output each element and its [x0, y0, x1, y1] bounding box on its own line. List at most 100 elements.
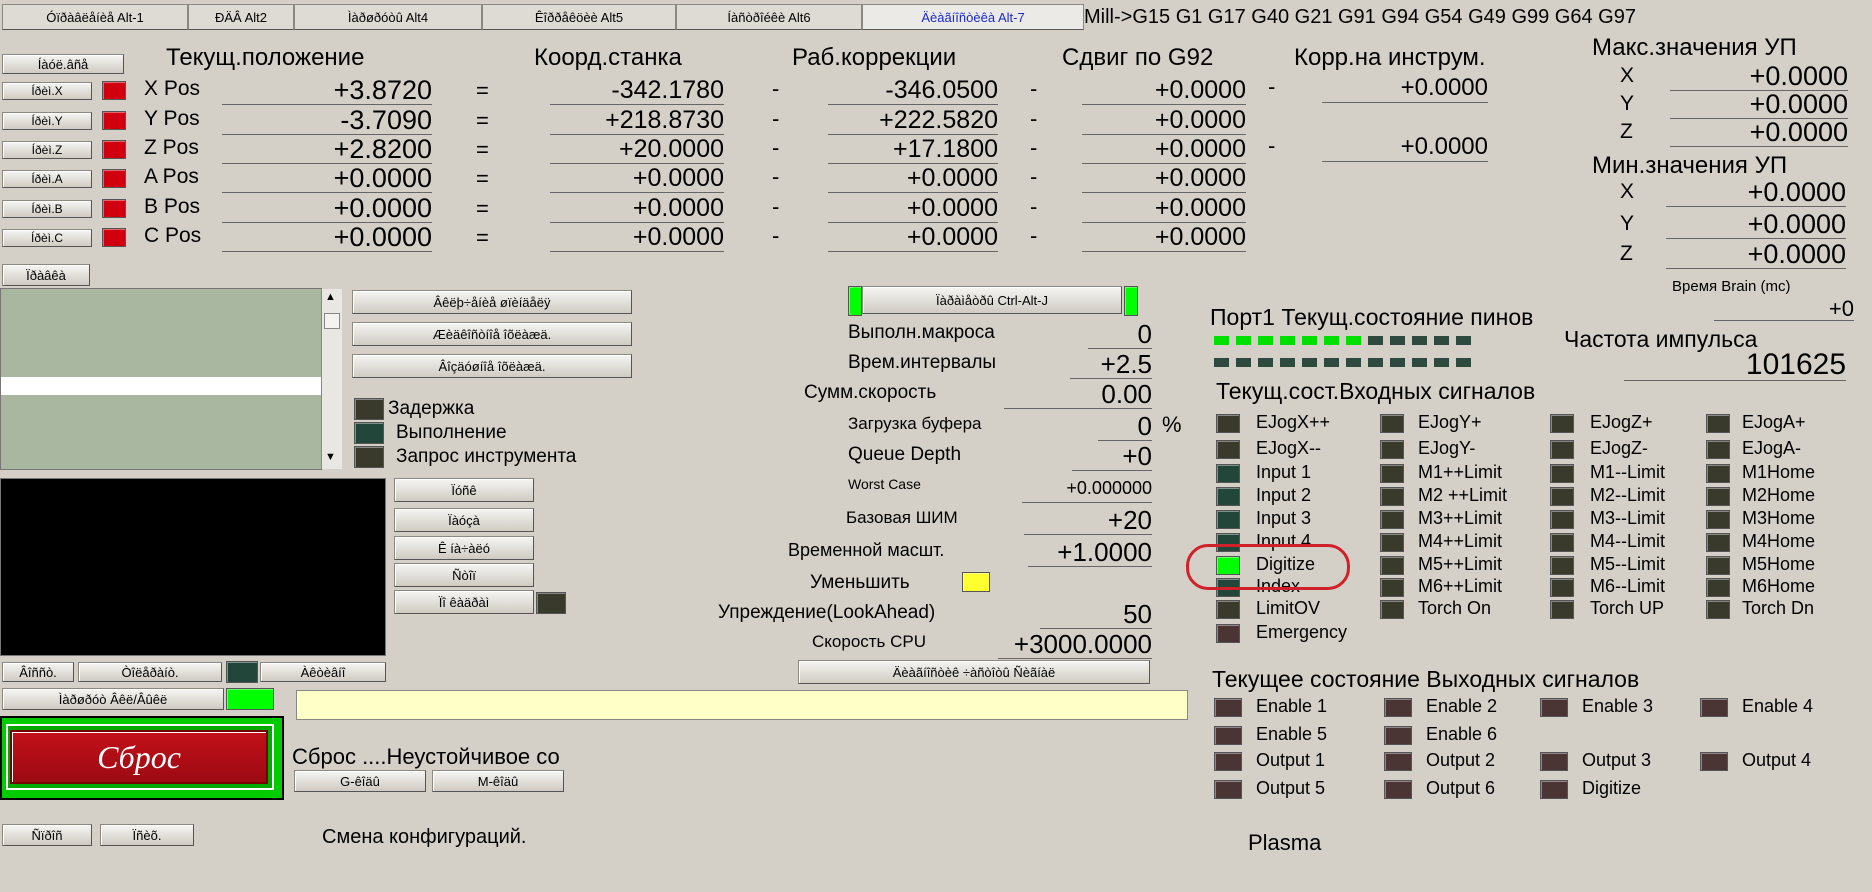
- ref-axis-button[interactable]: Íðèì.C: [2, 229, 92, 247]
- input-signal-label: M2 ++Limit: [1418, 485, 1508, 505]
- restore-button[interactable]: Âîññò.: [2, 662, 74, 682]
- mdi-input[interactable]: [296, 690, 1188, 720]
- axis-g92-value: +0.0000: [1082, 106, 1246, 135]
- output-signal-label: Output 5: [1256, 778, 1326, 798]
- scroll-thumb[interactable]: [324, 313, 340, 329]
- frequency-diagnostics-button[interactable]: Äèàãíîñòèê ÷àñòîòû Ñèãíàë: [798, 660, 1150, 684]
- axis-label: B Pos: [144, 195, 201, 218]
- toolpath-toggle-button[interactable]: Ìàðøðóò Âêë/Âûêë: [2, 688, 224, 710]
- timing-label: Queue Depth: [848, 444, 962, 465]
- rewind-button[interactable]: Ê íà÷àëó: [394, 536, 534, 560]
- axis-label: C Pos: [144, 224, 202, 247]
- jog-params-button[interactable]: Ïàðàìåòðû Ctrl-Alt-J: [862, 286, 1122, 314]
- input-signal-label: M3Home: [1742, 508, 1816, 528]
- axis-machine-value: +0.0000: [550, 223, 724, 252]
- output-signal-label: Output 1: [1256, 750, 1326, 770]
- gcodes-button[interactable]: G-êîäû: [294, 770, 426, 792]
- history-button[interactable]: Ñïðîñ: [2, 824, 92, 846]
- tab-toolpath[interactable]: Ìàðøðóòû Alt4: [294, 4, 482, 30]
- equal-sign: =: [476, 108, 489, 133]
- output-signal-led: [1214, 726, 1242, 745]
- output-signal-led: [1214, 780, 1242, 799]
- output-signal-label: Enable 5: [1256, 724, 1328, 744]
- spindle-button[interactable]: Âêëþ÷åíèå øïèíäåëÿ: [352, 290, 632, 314]
- minus-sign: -: [1268, 133, 1276, 158]
- equal-sign: =: [476, 166, 489, 191]
- flood-coolant-button[interactable]: Æèäêîñòíîå îõëàæä.: [352, 322, 632, 346]
- port-pin-led: [1412, 336, 1427, 345]
- ref-axis-button[interactable]: Íðèì.A: [2, 170, 92, 188]
- active-led: [226, 661, 258, 683]
- list-scrollbar[interactable]: ▲ ▼: [321, 289, 342, 469]
- input-signal-label: Torch UP: [1590, 598, 1665, 618]
- tab-mdi[interactable]: ÐÄÂ Alt2: [188, 4, 294, 30]
- port-pin-led: [1456, 336, 1471, 345]
- tab-offsets[interactable]: Êîððåêöèè Alt5: [482, 4, 676, 30]
- input-signal-led: [1550, 556, 1574, 575]
- clear-button[interactable]: Ïñèõ.: [100, 824, 194, 846]
- input-signal-led: [1706, 533, 1730, 552]
- port-pin-led: [1236, 336, 1251, 345]
- scroll-down-icon[interactable]: ▼: [325, 451, 336, 463]
- min-axis-value: +0.0000: [1666, 210, 1846, 239]
- output-signal-label: Output 4: [1742, 750, 1812, 770]
- timing-value: +2.5: [1070, 350, 1152, 379]
- input-signal-label: M3--Limit: [1590, 508, 1665, 528]
- axis-machine-value: +218.8730: [550, 106, 724, 135]
- single-block-button[interactable]: Ïî êàäðàì: [394, 590, 534, 614]
- outputs-title: Текущее состояние Выходных сигналов: [1212, 666, 1640, 692]
- equal-sign: =: [476, 78, 489, 103]
- plasma-label: Plasma: [1248, 830, 1322, 855]
- max-axis-label: Y: [1620, 92, 1635, 115]
- tab-control[interactable]: Óïðàâëåíèå Alt-1: [2, 4, 188, 30]
- input-signal-label: M1++Limit: [1418, 462, 1503, 482]
- input-signal-led: [1380, 578, 1404, 597]
- feed-hold-button[interactable]: Ïàóçà: [394, 508, 534, 532]
- output-signal-label: Enable 3: [1582, 696, 1654, 716]
- port-pin-led: [1258, 358, 1273, 367]
- input-signal-led: [1216, 624, 1240, 643]
- input-signal-label: EJogY-: [1418, 438, 1476, 458]
- mist-coolant-button[interactable]: Âîçäóøíîå îõëàæä.: [352, 354, 632, 378]
- minus-sign: -: [772, 223, 780, 248]
- input-signal-label: EJogZ+: [1590, 412, 1653, 432]
- ref-axis-led: [102, 111, 126, 130]
- file-list-box[interactable]: ▲ ▼: [0, 288, 342, 470]
- minus-sign: -: [1030, 106, 1038, 131]
- max-axis-label: Z: [1620, 120, 1633, 143]
- header-machine-coords: Коорд.станка: [534, 44, 682, 71]
- ref-axis-button[interactable]: Íðèì.Y: [2, 112, 92, 130]
- output-signal-led: [1384, 698, 1412, 717]
- ref-axis-button[interactable]: Íðèì.B: [2, 200, 92, 218]
- port-pin-led: [1236, 358, 1251, 367]
- ref-axis-button[interactable]: Íðèì.Z: [2, 141, 92, 159]
- input-signal-led: [1216, 440, 1240, 459]
- axis-work-value: +17.1800: [828, 135, 998, 164]
- ref-all-button[interactable]: Íàóë.âñå: [2, 54, 124, 74]
- stop-button[interactable]: Ñòîï: [394, 563, 534, 587]
- toolpath-display[interactable]: [0, 478, 386, 656]
- tolerance-button[interactable]: Òîëåðàíò.: [78, 662, 222, 682]
- tab-diagnostics[interactable]: Äèàãíîñòèêà Alt-7: [862, 4, 1084, 30]
- input-signal-label: EJogA-: [1742, 438, 1802, 458]
- port-pin-led: [1456, 358, 1471, 367]
- axis-machine-value: +0.0000: [550, 194, 724, 223]
- status-led: [354, 446, 384, 468]
- mcodes-button[interactable]: M-êîäû: [432, 770, 564, 792]
- active-button[interactable]: Àêòèâíî: [260, 662, 386, 682]
- minus-sign: -: [772, 194, 780, 219]
- cycle-start-button[interactable]: Ïóñê: [394, 478, 534, 502]
- active-gcodes: Mill->G15 G1 G17 G40 G21 G91 G94 G54 G49…: [1084, 6, 1636, 28]
- output-signal-led: [1700, 752, 1728, 771]
- reset-button[interactable]: Сброс: [10, 730, 268, 784]
- output-signal-label: Enable 4: [1742, 696, 1814, 716]
- axis-current-value: +0.0000: [222, 223, 432, 252]
- input-signal-label: EJogY+: [1418, 412, 1482, 432]
- axis-current-value: +0.0000: [222, 194, 432, 223]
- tab-settings[interactable]: Íàñòðîéêè Alt6: [676, 4, 862, 30]
- ref-axis-button[interactable]: Íðèì.X: [2, 82, 92, 100]
- timing-value: 0: [1088, 320, 1152, 349]
- return-button[interactable]: Ïðàâêà: [2, 264, 90, 286]
- header-work-offsets: Раб.коррекции: [792, 44, 957, 71]
- scroll-up-icon[interactable]: ▲: [325, 291, 336, 303]
